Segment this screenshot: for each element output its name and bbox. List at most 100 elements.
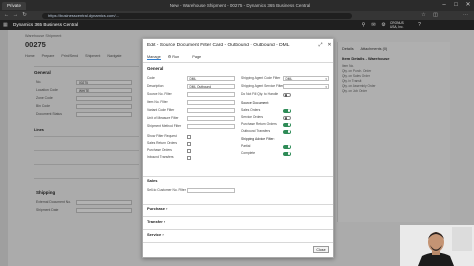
dialog-title: Edit - Source Document Filter Card - Out… — [147, 43, 290, 48]
window-title: New - Warehouse Shipment - 00275 - Dynam… — [169, 3, 311, 8]
shipping-agent-service-filter-field: Shipping Agent Service Filter — [241, 84, 331, 89]
chevron-right-icon: › — [166, 206, 168, 211]
general-fasttab-header[interactable]: General — [147, 66, 163, 71]
partial-field: Partial — [241, 144, 331, 149]
do-not-fill-qty-toggle[interactable] — [283, 92, 291, 97]
field-label: Outbound Transfers — [241, 129, 271, 133]
variant-code-filter-input[interactable] — [187, 108, 235, 113]
app-launcher-icon[interactable]: ▦ — [3, 22, 9, 28]
sales-return-orders-field: Sales Return Orders — [147, 141, 235, 146]
field-label: Complete — [241, 151, 256, 155]
purchase-orders-checkbox[interactable] — [187, 148, 191, 153]
field-label: Item No. Filter — [147, 100, 168, 104]
maximize-icon[interactable]: □ — [450, 0, 462, 11]
item-no-filter-input[interactable] — [187, 100, 235, 105]
field-label: Shipping Agent Code Filter — [241, 76, 281, 80]
chevron-right-icon: › — [163, 219, 166, 224]
action-manage[interactable]: Manage — [147, 55, 161, 60]
divider — [143, 204, 333, 205]
divider — [143, 242, 333, 243]
shipment-method-filter-field: Shipment Method Filter — [147, 124, 235, 129]
field-label: Shipping Agent Service Filter — [241, 84, 284, 88]
sales-return-orders-checkbox[interactable] — [187, 141, 191, 146]
description-input[interactable]: DML Outbound — [187, 84, 235, 89]
complete-toggle[interactable] — [283, 151, 291, 156]
field-label: Variant Code Filter — [147, 108, 175, 112]
service-orders-toggle[interactable] — [283, 115, 291, 120]
variant-code-filter-field: Variant Code Filter — [147, 108, 235, 113]
close-window-icon[interactable]: ✕ — [462, 0, 474, 11]
field-label: Code — [147, 76, 155, 80]
field-label: Inbound Transfers — [147, 155, 174, 159]
forward-icon[interactable]: → — [12, 12, 19, 19]
complete-field: Complete — [241, 151, 331, 156]
field-label: Unit of Measure Filter — [147, 116, 179, 120]
search-icon[interactable]: ⚲ — [360, 22, 367, 29]
dialog-action-bar: Manage ⚙ Run Page — [147, 54, 207, 60]
action-run[interactable]: ⚙ Run — [168, 55, 185, 59]
purchase-fasttab-label: Purchase — [147, 206, 166, 211]
sales-fasttab-header[interactable]: Sales — [147, 178, 157, 183]
notifications-icon[interactable]: ✉ — [370, 22, 377, 29]
purchase-fasttab-header[interactable]: Purchase › — [147, 206, 331, 212]
webcam-video — [400, 225, 474, 266]
unit-of-measure-filter-input[interactable] — [187, 116, 235, 121]
browser-tab[interactable]: Private — [2, 2, 27, 10]
purchase-return-orders-toggle[interactable] — [283, 122, 291, 127]
shipping-agent-service-filter-dropdown[interactable] — [283, 84, 329, 89]
service-orders-field: Service Orders — [241, 115, 331, 120]
field-label: Sell-to Customer No. Filter — [147, 188, 186, 192]
settings-icon[interactable]: ⚙ — [380, 22, 387, 29]
shipping-advice-subheader: Shipping Advice Filter: — [241, 137, 275, 141]
purchase-return-orders-field: Purchase Return Orders — [241, 122, 331, 127]
favorites-icon[interactable]: ☆ — [420, 12, 427, 19]
help-icon[interactable]: ? — [416, 22, 423, 29]
transfer-fasttab-label: Transfer — [147, 219, 163, 224]
show-filter-request-checkbox[interactable] — [187, 134, 191, 139]
shipment-method-filter-input[interactable] — [187, 124, 235, 129]
close-button[interactable]: Close — [313, 246, 329, 253]
company-name[interactable]: CRONUS USA, Inc. — [390, 21, 412, 29]
sell-to-customer-filter-field: Sell-to Customer No. Filter — [147, 188, 235, 193]
unit-of-measure-filter-field: Unit of Measure Filter — [147, 116, 235, 121]
app-name: Dynamics 365 Business Central — [13, 22, 79, 27]
field-label: Source No. Filter — [147, 92, 172, 96]
action-page[interactable]: Page — [192, 55, 201, 59]
close-dialog-icon[interactable]: ✕ — [326, 42, 333, 49]
field-label: Sales Return Orders — [147, 141, 178, 145]
title-bar: Private New - Warehouse Shipment - 00275… — [0, 0, 474, 11]
field-label: Shipment Method Filter — [147, 124, 182, 128]
partial-toggle[interactable] — [283, 144, 291, 149]
browser-window: Private New - Warehouse Shipment - 00275… — [0, 0, 474, 266]
do-not-fill-qty-field: Do Not Fill Qty. to Handle — [241, 92, 331, 97]
inbound-transfers-checkbox[interactable] — [187, 155, 191, 160]
reload-icon[interactable]: ↻ — [21, 12, 28, 19]
back-icon[interactable]: ← — [3, 12, 10, 19]
item-no-filter-field: Item No. Filter — [147, 100, 235, 105]
service-fasttab-header[interactable]: Service › — [147, 232, 331, 238]
expand-icon[interactable]: ⤢ — [317, 42, 324, 49]
outbound-transfers-toggle[interactable] — [283, 129, 291, 134]
minimize-icon[interactable]: – — [438, 0, 450, 11]
extensions-icon[interactable]: ◫ — [432, 12, 439, 19]
field-label: Service Orders — [241, 115, 263, 119]
divider — [143, 216, 333, 217]
transfer-fasttab-header[interactable]: Transfer › — [147, 219, 331, 225]
code-input[interactable]: DML — [187, 76, 235, 81]
source-no-filter-input[interactable] — [187, 92, 235, 97]
divider — [143, 229, 333, 230]
code-field: Code DML — [147, 76, 235, 81]
shipping-agent-code-filter-dropdown[interactable]: DML — [283, 76, 329, 81]
field-label: Show Filter Request — [147, 134, 177, 138]
field-label: Purchase Orders — [147, 148, 172, 152]
browser-menu-icon[interactable]: ⋯ — [462, 12, 469, 19]
address-bar-row: ← → ↻ https://businesscentral.dynamics.c… — [0, 11, 474, 20]
field-label: Do Not Fill Qty. to Handle — [241, 92, 279, 96]
url-field[interactable]: https://businesscentral.dynamics.com/... — [42, 12, 352, 19]
outbound-transfers-field: Outbound Transfers — [241, 129, 331, 134]
sales-orders-toggle[interactable] — [283, 108, 291, 113]
divider — [143, 62, 333, 63]
company-line-2: USA, Inc. — [390, 25, 404, 29]
sales-orders-field: Sales Orders — [241, 108, 331, 113]
sell-to-customer-filter-input[interactable] — [187, 188, 235, 193]
